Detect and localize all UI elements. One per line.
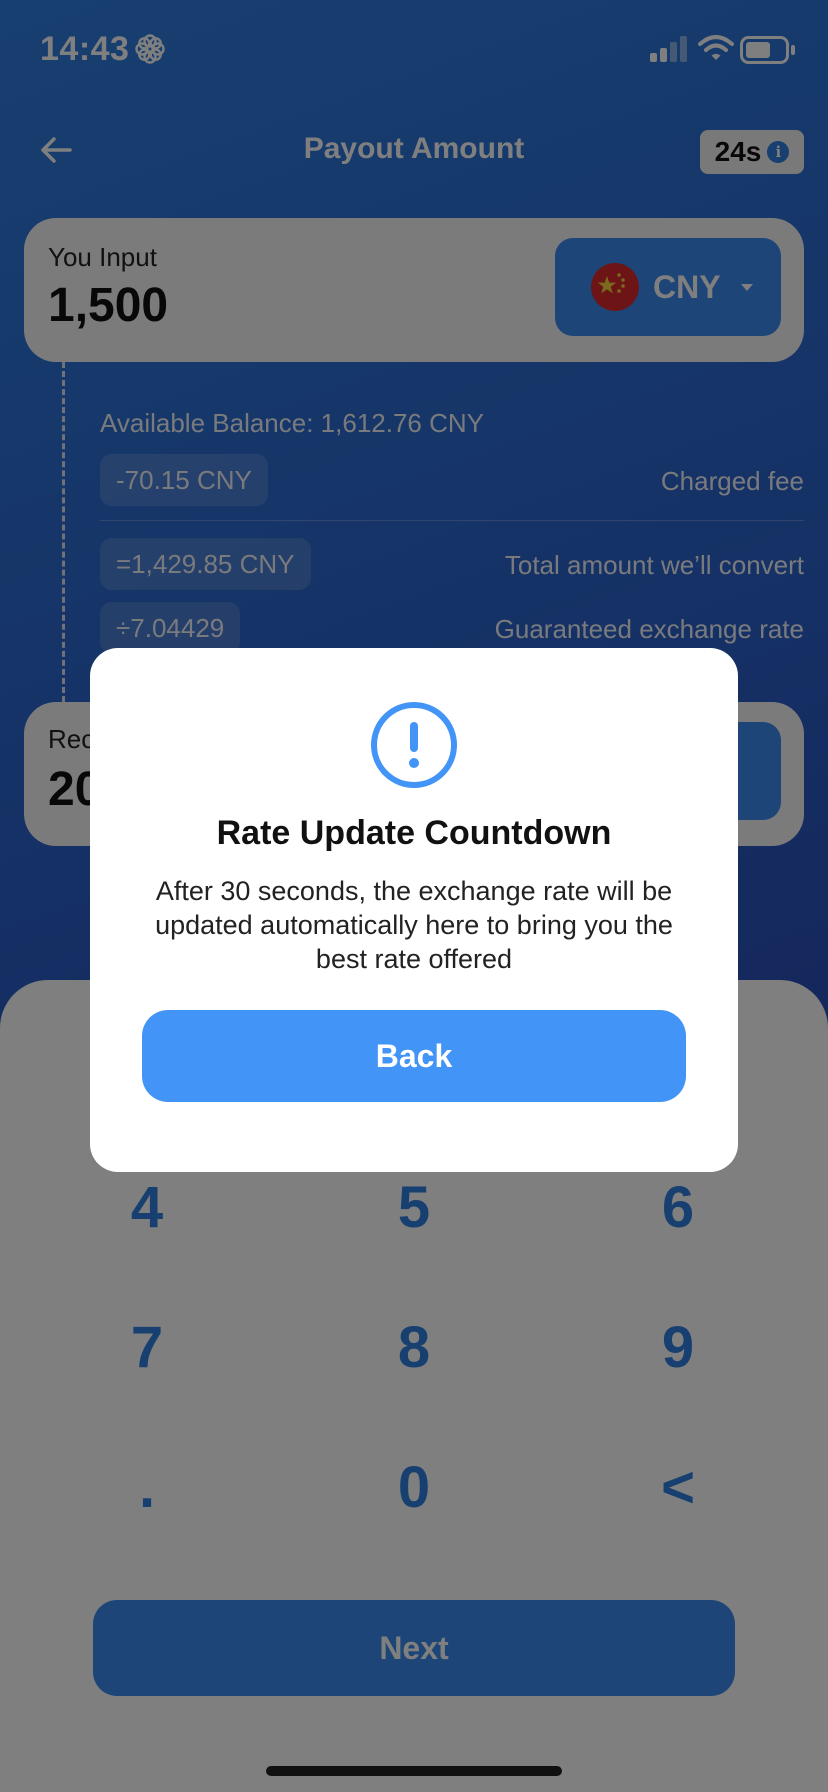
exclamation-icon <box>371 702 457 788</box>
home-indicator <box>266 1766 562 1776</box>
rate-update-modal: Rate Update Countdown After 30 seconds, … <box>90 648 738 1172</box>
payout-screen: 14:43 Payout Amount <box>0 0 828 1792</box>
modal-back-button[interactable]: Back <box>142 1010 686 1102</box>
modal-body: After 30 seconds, the exchange rate will… <box>155 876 673 974</box>
modal-title: Rate Update Countdown <box>216 814 612 852</box>
